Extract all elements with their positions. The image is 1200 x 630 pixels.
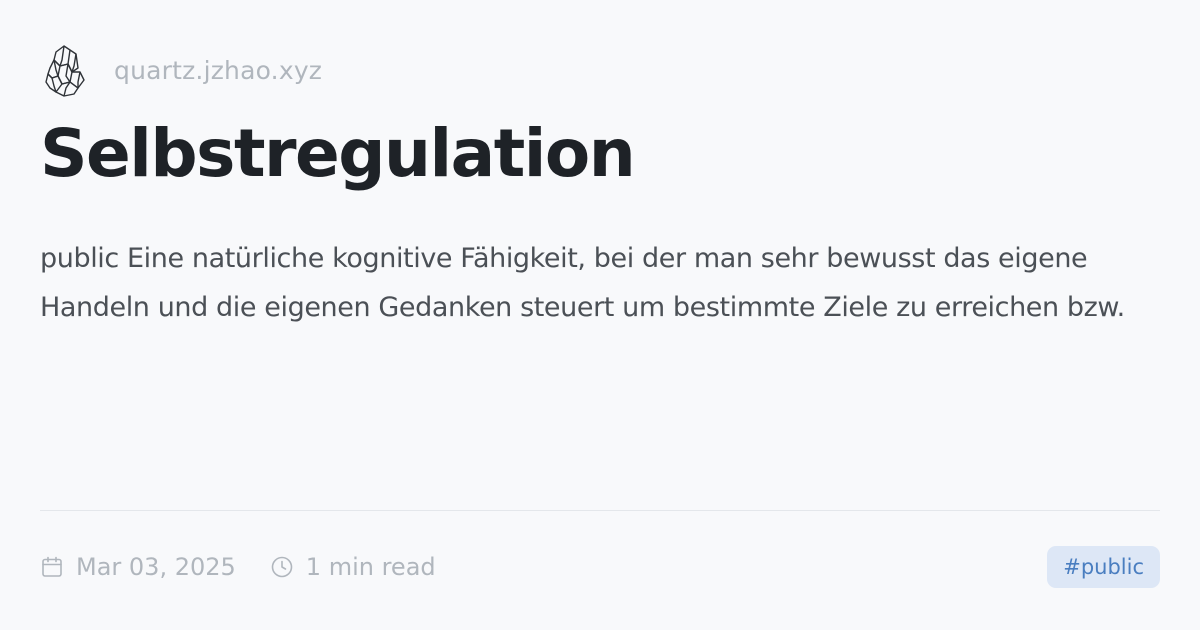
reading-time: 1 min read: [305, 553, 436, 581]
site-name[interactable]: quartz.jzhao.xyz: [114, 56, 322, 85]
date-meta: Mar 03, 2025: [40, 553, 236, 581]
clock-icon: [270, 555, 294, 579]
footer-divider: [40, 510, 1160, 511]
calendar-icon: [40, 555, 64, 579]
page-description: public Eine natürliche kognitive Fähigke…: [40, 243, 1125, 323]
crystal-logo-icon: [44, 40, 96, 100]
reading-time-meta: 1 min read: [270, 553, 436, 581]
page-footer: Mar 03, 2025 1 min read #public: [40, 544, 1160, 590]
site-header: quartz.jzhao.xyz: [44, 40, 322, 100]
page-title: Selbstregulation: [40, 115, 636, 192]
tag-public[interactable]: #public: [1047, 546, 1160, 588]
publish-date: Mar 03, 2025: [76, 553, 236, 581]
og-image-card: quartz.jzhao.xyz Selbstregulation public…: [0, 0, 1200, 630]
